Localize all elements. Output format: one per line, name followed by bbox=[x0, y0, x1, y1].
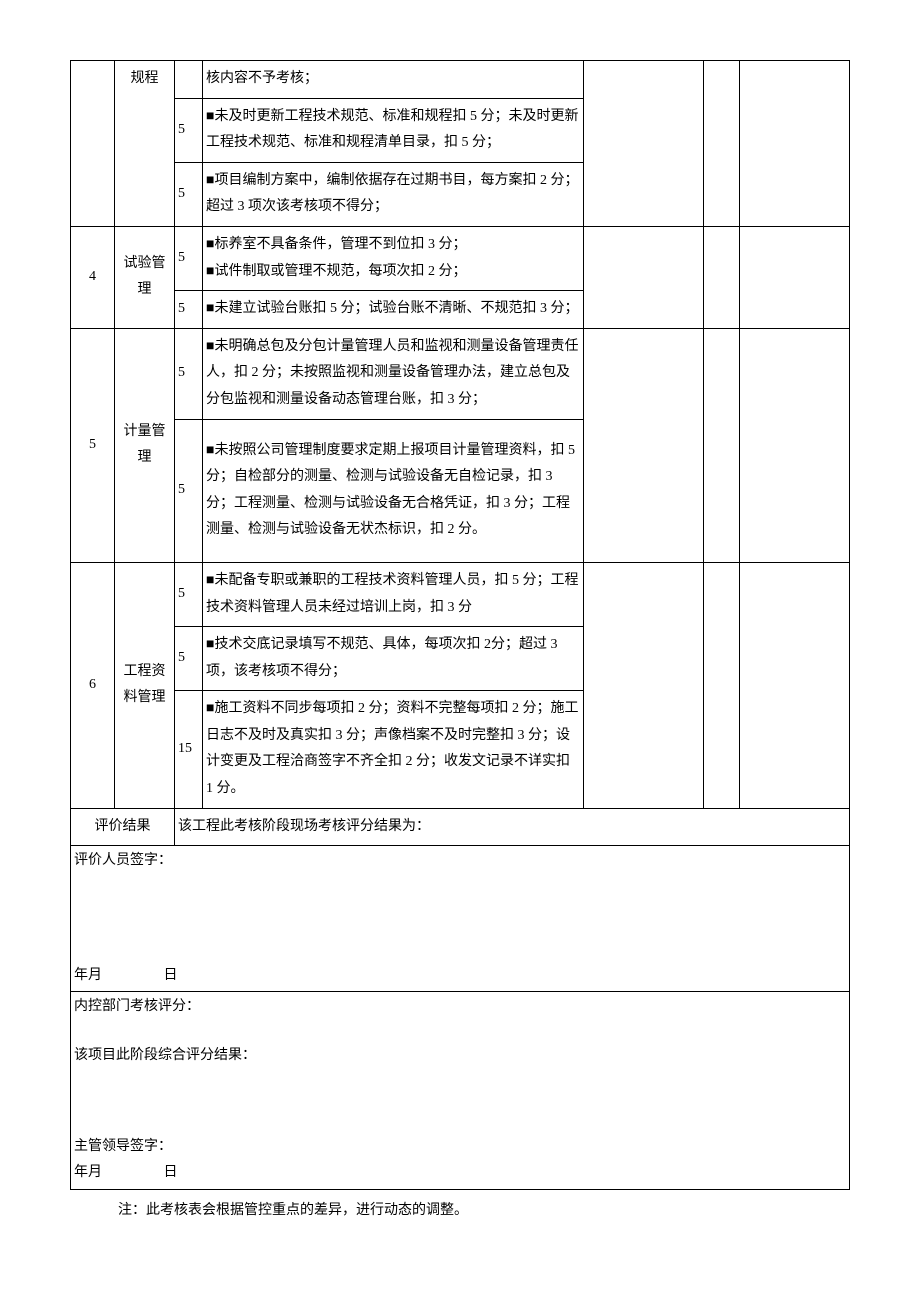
cell-index bbox=[71, 61, 115, 227]
cell-desc: ■未配备专职或兼职的工程技术资料管理人员，扣 5 分；工程技术资料管理人员未经过… bbox=[203, 562, 584, 626]
cell-ext2 bbox=[704, 226, 740, 328]
cell-score: 5 bbox=[175, 98, 203, 162]
assessment-table: 规程 核内容不予考核； 5 ■未及时更新工程技术规范、标准和规程扣 5 分；未及… bbox=[70, 60, 850, 1190]
leader-sign-label: 主管领导签字： bbox=[74, 1134, 846, 1161]
overall-result-label: 该项目此阶段综合评分结果： bbox=[74, 1043, 846, 1070]
dept-score-label: 内控部门考核评分： bbox=[74, 994, 846, 1021]
day: 日 bbox=[164, 1160, 178, 1187]
cell-category: 工程资料管理 bbox=[115, 562, 175, 808]
cell-score: 5 bbox=[175, 419, 203, 562]
date-line: 年月 日 bbox=[74, 1160, 846, 1187]
cell-category: 试验管理 bbox=[115, 226, 175, 328]
table-row: 规程 核内容不予考核； bbox=[71, 61, 850, 99]
spacer bbox=[74, 1021, 846, 1043]
cell-ext3 bbox=[740, 562, 850, 808]
cell-category: 计量管理 bbox=[115, 328, 175, 562]
table-row: 6 工程资料管理 5 ■未配备专职或兼职的工程技术资料管理人员，扣 5 分；工程… bbox=[71, 562, 850, 626]
document-page: 规程 核内容不予考核； 5 ■未及时更新工程技术规范、标准和规程扣 5 分；未及… bbox=[0, 20, 920, 1264]
year-month: 年月 bbox=[74, 1160, 102, 1187]
cell-ext3 bbox=[740, 328, 850, 562]
cell-score: 5 bbox=[175, 328, 203, 419]
day: 日 bbox=[164, 963, 178, 990]
cell-score: 5 bbox=[175, 226, 203, 290]
eval-result-label: 评价结果 bbox=[71, 808, 175, 846]
cell-desc: ■未明确总包及分包计量管理人员和监视和测量设备管理责任人，扣 2 分；未按照监视… bbox=[203, 328, 584, 419]
cell-category: 规程 bbox=[115, 61, 175, 227]
cell-desc: 核内容不予考核； bbox=[203, 61, 584, 99]
cell-score: 5 bbox=[175, 562, 203, 626]
cell-score: 15 bbox=[175, 691, 203, 808]
cell-ext1 bbox=[584, 226, 704, 328]
cell-desc: ■技术交底记录填写不规范、具体，每项次扣 2分；超过 3 项，该考核项不得分； bbox=[203, 627, 584, 691]
cell-score: 5 bbox=[175, 627, 203, 691]
cell-ext1 bbox=[584, 61, 704, 227]
cell-desc: ■未建立试验台账扣 5 分；试验台账不清晰、不规范扣 3 分； bbox=[203, 291, 584, 329]
cell-score: 5 bbox=[175, 291, 203, 329]
cell-ext3 bbox=[740, 61, 850, 227]
cell-desc: ■项目编制方案中，编制依据存在过期书目，每方案扣 2 分；超过 3 项次该考核项… bbox=[203, 162, 584, 226]
cell-index: 4 bbox=[71, 226, 115, 328]
dept-cell: 内控部门考核评分： 该项目此阶段综合评分结果： 主管领导签字： 年月 日 bbox=[71, 992, 850, 1189]
cell-ext1 bbox=[584, 562, 704, 808]
spacer bbox=[74, 875, 846, 963]
cell-ext2 bbox=[704, 328, 740, 562]
dept-row: 内控部门考核评分： 该项目此阶段综合评分结果： 主管领导签字： 年月 日 bbox=[71, 992, 850, 1189]
cell-score: 5 bbox=[175, 162, 203, 226]
eval-result-row: 评价结果 该工程此考核阶段现场考核评分结果为： bbox=[71, 808, 850, 846]
signer-row: 评价人员签字： 年月 日 bbox=[71, 846, 850, 992]
cell-ext2 bbox=[704, 61, 740, 227]
cell-desc: ■标养室不具备条件，管理不到位扣 3 分； ■试件制取或管理不规范，每项次扣 2… bbox=[203, 226, 584, 290]
table-row: 5 计量管理 5 ■未明确总包及分包计量管理人员和监视和测量设备管理责任人，扣 … bbox=[71, 328, 850, 419]
cell-ext3 bbox=[740, 226, 850, 328]
cell-index: 6 bbox=[71, 562, 115, 808]
cell-desc: ■施工资料不同步每项扣 2 分；资料不完整每项扣 2 分；施工日志不及时及真实扣… bbox=[203, 691, 584, 808]
cell-index: 5 bbox=[71, 328, 115, 562]
cell-ext2 bbox=[704, 562, 740, 808]
table-row: 4 试验管理 5 ■标养室不具备条件，管理不到位扣 3 分； ■试件制取或管理不… bbox=[71, 226, 850, 290]
signer-label: 评价人员签字： bbox=[74, 848, 846, 875]
cell-desc: ■未及时更新工程技术规范、标准和规程扣 5 分；未及时更新工程技术规范、标准和规… bbox=[203, 98, 584, 162]
cell-ext1 bbox=[584, 328, 704, 562]
cell-score bbox=[175, 61, 203, 99]
footnote: 注：此考核表会根据管控重点的差异，进行动态的调整。 bbox=[70, 1190, 850, 1225]
eval-result-text: 该工程此考核阶段现场考核评分结果为： bbox=[175, 808, 850, 846]
spacer bbox=[74, 1070, 846, 1134]
cell-desc: ■未按照公司管理制度要求定期上报项目计量管理资料，扣 5 分；自检部分的测量、检… bbox=[203, 419, 584, 562]
date-line: 年月 日 bbox=[74, 963, 846, 990]
signer-cell: 评价人员签字： 年月 日 bbox=[71, 846, 850, 992]
year-month: 年月 bbox=[74, 963, 102, 990]
